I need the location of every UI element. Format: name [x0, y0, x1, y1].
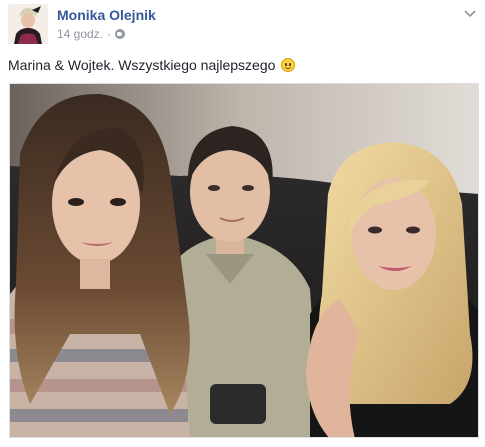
post-timestamp[interactable]: 14 godz.	[57, 27, 103, 41]
smiley-icon	[281, 58, 296, 72]
meta-separator: ·	[107, 27, 112, 41]
author-name-link[interactable]: Monika Olejnik	[57, 7, 156, 23]
chevron-down-icon[interactable]	[463, 6, 477, 18]
post-meta: 14 godz. ·	[57, 27, 126, 41]
caption-text: Marina & Wojtek. Wszystkiego najlepszego	[8, 57, 276, 73]
author-avatar[interactable]	[8, 4, 48, 44]
facebook-post: Monika Olejnik 14 godz. · Marina & Wojtek…	[0, 0, 485, 447]
selfie-photo	[10, 84, 478, 437]
post-caption: Marina & Wojtek. Wszystkiego najlepszego	[8, 57, 296, 73]
avatar-image	[8, 4, 48, 44]
post-photo[interactable]	[9, 83, 479, 438]
globe-icon[interactable]	[115, 29, 126, 39]
